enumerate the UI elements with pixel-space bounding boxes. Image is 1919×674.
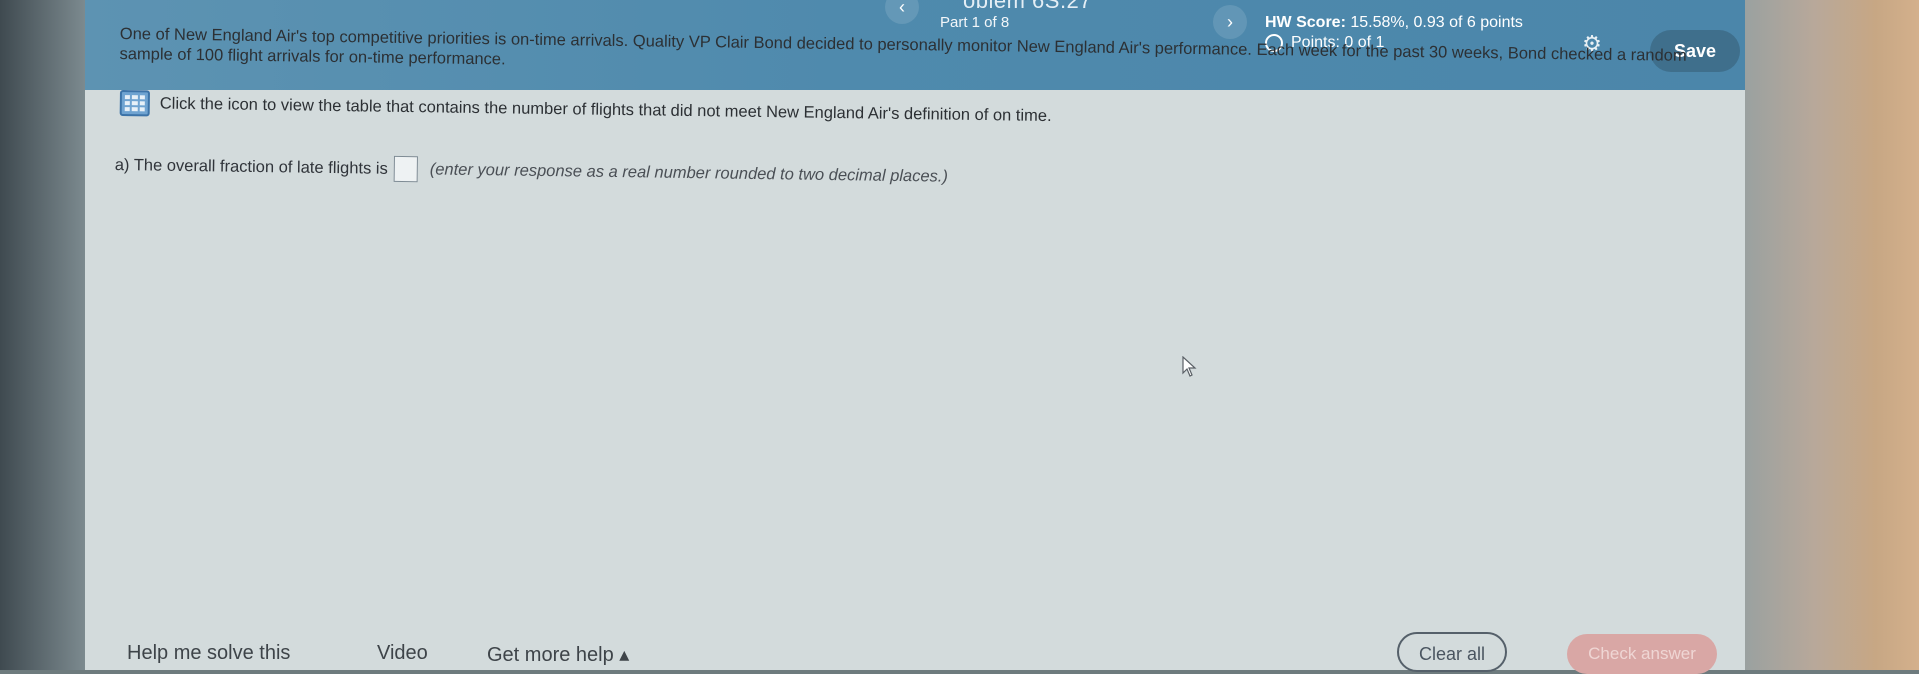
left-bezel [0,0,85,670]
screen: ‹ oblem 6S.27 Part 1 of 8 › HW Score: 15… [85,0,1745,674]
help-me-solve-link[interactable]: Help me solve this [127,642,290,665]
answer-input[interactable] [393,155,418,183]
video-link[interactable]: Video [377,642,428,665]
part-a-hint: (enter your response as a real number ro… [429,159,949,186]
table-link-row: Click the icon to view the table that co… [119,90,1052,129]
hw-score-value: 15.58%, 0.93 of 6 points [1350,14,1523,31]
part-a-prefix: a) The overall fraction of late flights … [114,155,388,178]
chevron-left-icon[interactable]: ‹ [885,0,919,24]
check-answer-button[interactable]: Check answer [1567,634,1717,674]
get-more-help-link[interactable]: Get more help ▴ [487,642,629,667]
chevron-right-icon[interactable]: › [1213,5,1247,39]
problem-title: oblem 6S.27 [963,0,1093,13]
part-label: Part 1 of 8 [940,14,1010,31]
right-bezel [1745,0,1919,670]
part-a: a) The overall fraction of late flights … [115,152,948,190]
clear-all-button[interactable]: Clear all [1397,632,1507,672]
hw-score-label: HW Score: [1265,14,1346,31]
table-link-text: Click the icon to view the table that co… [159,94,1052,125]
hw-score: HW Score: 15.58%, 0.93 of 6 points [1265,14,1523,32]
table-icon[interactable] [119,90,150,117]
cursor-icon [1182,356,1197,377]
